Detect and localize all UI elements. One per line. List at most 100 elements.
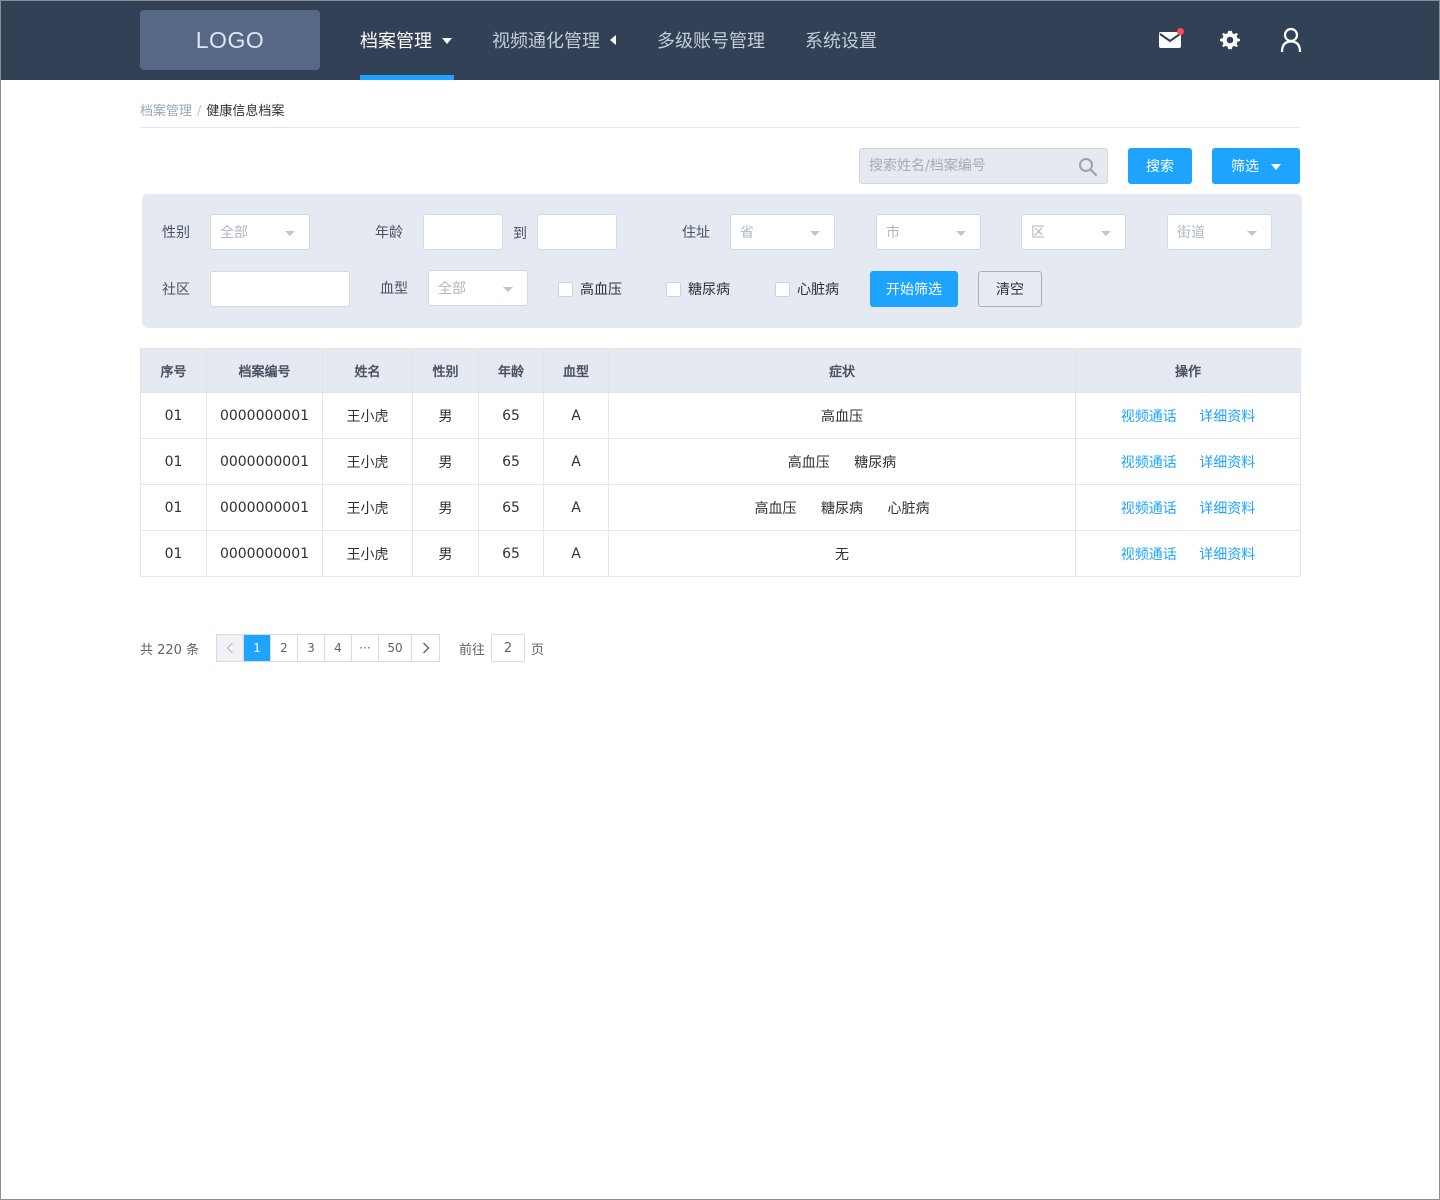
symptom: 心脏病 <box>887 500 930 517</box>
user-icon[interactable] <box>1275 24 1307 56</box>
age-max-input[interactable] <box>537 214 617 250</box>
breadcrumb-archive[interactable]: 档案管理 <box>140 104 192 119</box>
cell-blood: A <box>543 438 609 485</box>
checkbox-box[interactable] <box>775 281 790 297</box>
district-select-value: 区 <box>1031 225 1045 241</box>
age-min-input[interactable] <box>423 214 503 250</box>
nav-system-settings[interactable]: 系统设置 <box>805 0 877 80</box>
province-select[interactable]: 省 <box>730 214 835 250</box>
search-input[interactable] <box>860 149 1070 183</box>
cell-name: 王小虎 <box>322 392 413 439</box>
gender-label: 性别 <box>162 225 190 241</box>
cell-symptoms: 高血压 糖尿病 心脏病 <box>608 484 1076 531</box>
nav-archive-management[interactable]: 档案管理 <box>360 0 454 80</box>
next-page-button[interactable] <box>412 635 439 661</box>
video-call-link[interactable]: 视频通话 <box>1121 409 1177 425</box>
checkbox-diabetes[interactable]: 糖尿病 <box>666 271 730 307</box>
age-label: 年龄 <box>375 225 403 241</box>
cell-id: 0000000001 <box>206 392 323 439</box>
cell-no: 01 <box>140 438 207 485</box>
prev-page-button[interactable] <box>217 635 244 661</box>
column-header: 性别 <box>412 348 479 393</box>
cell-name: 王小虎 <box>322 438 413 485</box>
cell-actions: 视频通话 详细资料 <box>1075 438 1301 485</box>
filter-panel: 性别 全部 年龄 到 住址 省 市 区 街道 社区 血型 全部 高血压 糖尿病 … <box>142 194 1302 328</box>
goto-suffix: 页 <box>531 642 545 658</box>
clear-button[interactable]: 清空 <box>978 271 1042 307</box>
city-select[interactable]: 市 <box>876 214 981 250</box>
mail-icon[interactable] <box>1154 24 1186 56</box>
details-link[interactable]: 详细资料 <box>1199 547 1255 563</box>
goto-page-input[interactable] <box>491 634 526 662</box>
archive-table: 序号 档案编号 姓名 性别 年龄 血型 症状 操作 01 0000000001 … <box>140 348 1301 577</box>
table-row: 01 0000000001 王小虎 男 65 A 高血压 糖尿病 心脏病 视频通… <box>140 484 1301 531</box>
ellipsis-button[interactable]: ··· <box>352 635 379 661</box>
details-link[interactable]: 详细资料 <box>1199 455 1255 471</box>
details-link[interactable]: 详细资料 <box>1199 409 1255 425</box>
caret-down-icon <box>503 287 513 292</box>
details-link[interactable]: 详细资料 <box>1199 501 1255 517</box>
cell-name: 王小虎 <box>322 484 413 531</box>
gear-icon[interactable] <box>1214 24 1246 56</box>
start-filter-button[interactable]: 开始筛选 <box>870 271 958 307</box>
blood-type-select-value: 全部 <box>438 281 466 297</box>
chevron-right-icon <box>422 642 429 654</box>
column-header: 年龄 <box>478 348 544 393</box>
symptom: 高血压 <box>754 500 797 517</box>
column-header: 姓名 <box>322 348 413 393</box>
nav-video-management[interactable]: 视频通化管理 <box>492 0 616 80</box>
symptom: 无 <box>835 546 849 563</box>
table-row: 01 0000000001 王小虎 男 65 A 无 视频通话 详细资料 <box>140 530 1301 577</box>
cell-gender: 男 <box>412 392 479 439</box>
nav-label: 档案管理 <box>360 31 432 52</box>
symptom: 糖尿病 <box>821 500 863 517</box>
cell-age: 65 <box>478 392 544 439</box>
cell-name: 王小虎 <box>322 530 413 577</box>
checkbox-box[interactable] <box>666 281 681 297</box>
video-call-link[interactable]: 视频通话 <box>1121 455 1177 471</box>
checkbox-box[interactable] <box>558 281 573 297</box>
page-button[interactable]: 3 <box>298 635 325 661</box>
search-icon[interactable] <box>1078 157 1098 181</box>
table-header-row: 序号 档案编号 姓名 性别 年龄 血型 症状 操作 <box>140 348 1301 393</box>
video-call-link[interactable]: 视频通话 <box>1121 547 1177 563</box>
caret-down-icon <box>810 231 820 236</box>
cell-no: 01 <box>140 484 207 531</box>
filter-button-label: 筛选 <box>1231 159 1259 175</box>
caret-left-icon <box>610 35 616 45</box>
page-button[interactable]: 2 <box>271 635 298 661</box>
checkbox-label: 糖尿病 <box>688 282 730 298</box>
page-button[interactable]: 4 <box>325 635 352 661</box>
checkbox-hypertension[interactable]: 高血压 <box>558 271 622 307</box>
address-label: 住址 <box>682 225 710 241</box>
cell-symptoms: 高血压 糖尿病 <box>608 438 1076 485</box>
notification-dot <box>1177 28 1184 35</box>
table-row: 01 0000000001 王小虎 男 65 A 高血压 糖尿病 视频通话 详细… <box>140 438 1301 485</box>
community-input[interactable] <box>210 271 350 307</box>
cell-gender: 男 <box>412 530 479 577</box>
community-label: 社区 <box>162 282 190 298</box>
nav-account-management[interactable]: 多级账号管理 <box>657 0 765 80</box>
symptom: 高血压 <box>787 454 830 471</box>
cell-id: 0000000001 <box>206 530 323 577</box>
nav-label: 系统设置 <box>805 31 877 52</box>
checkbox-heart-disease[interactable]: 心脏病 <box>775 271 839 307</box>
gender-select[interactable]: 全部 <box>210 214 310 250</box>
cell-actions: 视频通话 详细资料 <box>1075 392 1301 439</box>
page-button[interactable]: 50 <box>379 635 412 661</box>
page-button[interactable]: 1 <box>244 635 271 661</box>
blood-type-select[interactable]: 全部 <box>428 270 528 306</box>
filter-button[interactable]: 筛选 <box>1212 148 1300 184</box>
logo[interactable]: LOGO <box>140 10 320 70</box>
gender-select-value: 全部 <box>220 225 248 241</box>
cell-blood: A <box>543 484 609 531</box>
video-call-link[interactable]: 视频通话 <box>1121 501 1177 517</box>
total-count: 共 220 条 <box>140 642 200 658</box>
street-select-value: 街道 <box>1177 225 1205 241</box>
street-select[interactable]: 街道 <box>1167 214 1272 250</box>
district-select[interactable]: 区 <box>1021 214 1126 250</box>
province-select-value: 省 <box>740 225 754 241</box>
blood-type-label: 血型 <box>380 281 408 297</box>
cell-gender: 男 <box>412 484 479 531</box>
search-button[interactable]: 搜索 <box>1128 148 1192 184</box>
